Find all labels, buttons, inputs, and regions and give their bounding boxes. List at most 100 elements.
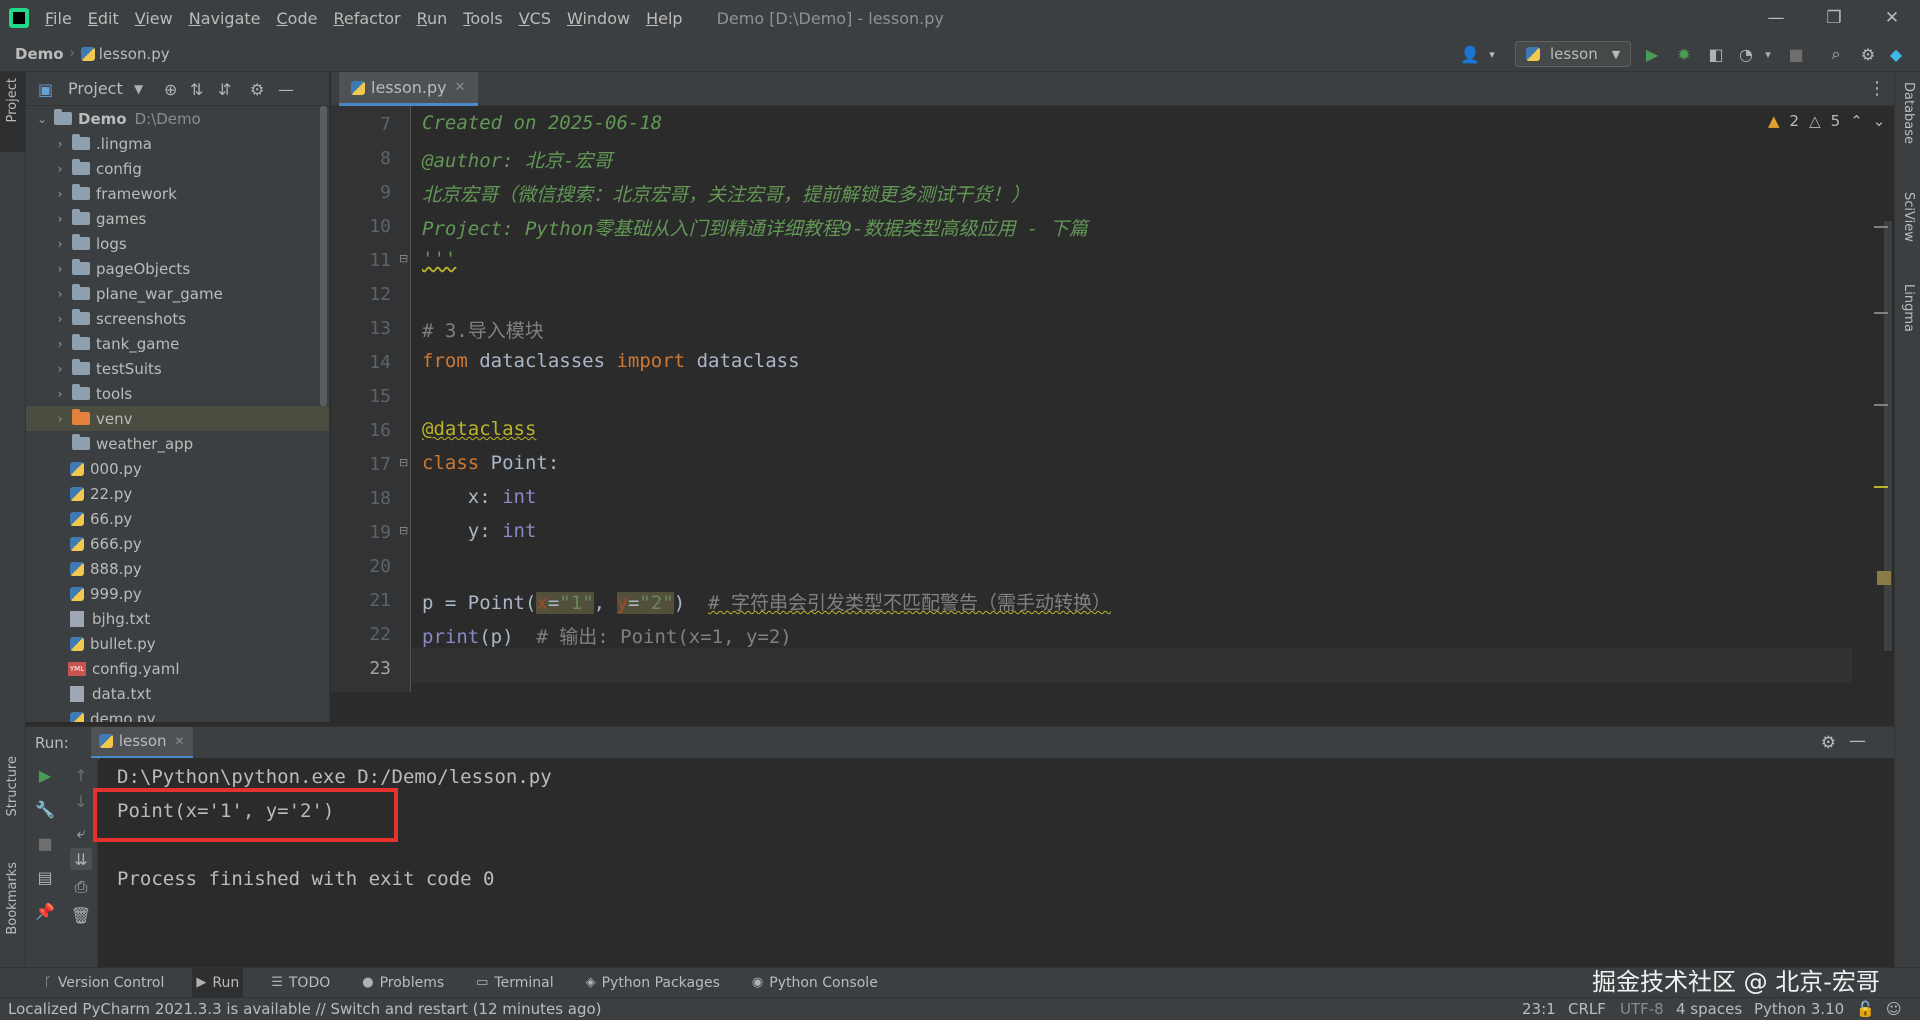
user-icon[interactable]: 👤: [1460, 44, 1480, 64]
menu-file[interactable]: File: [37, 9, 80, 28]
search-icon[interactable]: ⌕: [1826, 44, 1846, 64]
tree-item[interactable]: YML config.yaml: [26, 656, 329, 681]
lock-icon[interactable]: 🔓: [1856, 1000, 1875, 1018]
run-tab-lesson[interactable]: lesson ✕: [90, 726, 193, 759]
menu-vcs[interactable]: VCS: [511, 9, 559, 28]
error-stripe-mark[interactable]: [1874, 404, 1888, 406]
tool-tab-problems[interactable]: ● Problems: [358, 968, 448, 998]
fold-icon[interactable]: ⊟: [399, 456, 408, 469]
inspector-icon[interactable]: ☺: [1886, 1000, 1902, 1018]
editor-tab-lesson[interactable]: lesson.py ✕: [339, 72, 478, 106]
run-console[interactable]: D:\Python\python.exe D:/Demo/lesson.py P…: [93, 758, 1894, 967]
tool-tab-python-console[interactable]: ◉ Python Console: [748, 968, 882, 998]
structure-tool-tab[interactable]: Structure: [5, 756, 20, 816]
editor-scrollbar[interactable]: [1884, 221, 1892, 651]
panel-settings-icon[interactable]: ⚙: [250, 80, 264, 99]
tree-item[interactable]: data.txt: [26, 681, 329, 706]
locate-file-icon[interactable]: ⊕: [164, 80, 177, 99]
error-stripe-mark[interactable]: [1874, 312, 1888, 314]
tree-item[interactable]: 666.py: [26, 531, 329, 556]
tree-item[interactable]: › pageObjects: [26, 256, 329, 281]
print-icon[interactable]: ⎙: [70, 876, 92, 898]
close-tab-icon[interactable]: ✕: [455, 80, 466, 95]
tree-root[interactable]: ⌄ Demo D:\Demo: [26, 106, 329, 131]
scroll-down-icon[interactable]: ↓: [70, 790, 92, 812]
tree-item[interactable]: weather_app: [26, 431, 329, 456]
tree-item[interactable]: 66.py: [26, 506, 329, 531]
tool-tab-run[interactable]: ▶ Run: [192, 967, 244, 998]
debug-icon[interactable]: ✹: [1674, 44, 1694, 64]
restore-button[interactable]: ❐: [1806, 0, 1862, 36]
indent-setting[interactable]: 4 spaces: [1676, 1000, 1742, 1018]
previous-highlight-icon[interactable]: ⌃: [1850, 112, 1863, 130]
menu-edit[interactable]: Edit: [80, 9, 127, 28]
tree-item[interactable]: 22.py: [26, 481, 329, 506]
project-tool-tab[interactable]: Project: [5, 78, 20, 122]
error-stripe-mark[interactable]: [1874, 226, 1888, 228]
tree-item[interactable]: › tank_game: [26, 331, 329, 356]
line-separator[interactable]: CRLF: [1568, 1000, 1606, 1018]
file-encoding[interactable]: UTF-8: [1620, 1000, 1664, 1018]
tree-item[interactable]: bjhg.txt: [26, 606, 329, 631]
fold-icon[interactable]: ⊟: [399, 524, 408, 537]
python-interpreter[interactable]: Python 3.10: [1754, 1000, 1844, 1018]
settings-gear-icon[interactable]: ⚙: [1821, 733, 1836, 753]
breadcrumb-project[interactable]: Demo: [15, 45, 64, 63]
tree-item[interactable]: 999.py: [26, 581, 329, 606]
tree-item[interactable]: demo.py: [26, 706, 329, 722]
status-message[interactable]: Localized PyCharm 2021.3.3 is available …: [8, 1000, 602, 1018]
tool-tab-todo[interactable]: ☰ TODO: [267, 968, 334, 998]
tree-item[interactable]: bullet.py: [26, 631, 329, 656]
tree-item[interactable]: › testSuits: [26, 356, 329, 381]
tool-tab-terminal[interactable]: ▭ Terminal: [472, 968, 557, 998]
user-dropdown-icon[interactable]: ▾: [1482, 44, 1502, 64]
tree-item-selected[interactable]: › venv: [26, 406, 329, 431]
tree-item[interactable]: › games: [26, 206, 329, 231]
database-tool-tab[interactable]: Database: [1901, 82, 1916, 144]
lingma-tool-tab[interactable]: Lingma: [1901, 284, 1916, 332]
menu-run[interactable]: Run: [409, 9, 456, 28]
menu-window[interactable]: Window: [559, 9, 638, 28]
rerun-icon[interactable]: ▶: [34, 764, 56, 786]
hide-panel-icon[interactable]: —: [1849, 731, 1866, 751]
chevron-down-icon[interactable]: ▼: [134, 82, 143, 96]
toolbox-icon[interactable]: ◆: [1886, 44, 1906, 64]
profile-icon[interactable]: ◔: [1736, 44, 1756, 64]
tool-tab-version-control[interactable]: ᚴ Version Control: [40, 968, 168, 998]
clear-console-icon[interactable]: 🗑: [70, 904, 92, 926]
project-panel-title[interactable]: Project: [68, 79, 123, 98]
minimize-button[interactable]: —: [1748, 0, 1804, 36]
close-window-button[interactable]: ✕: [1864, 0, 1920, 36]
bookmarks-tool-tab[interactable]: Bookmarks: [5, 862, 20, 935]
stop-icon[interactable]: ■: [1786, 44, 1806, 64]
next-highlight-icon[interactable]: ⌄: [1873, 112, 1886, 130]
soft-wrap-icon[interactable]: ⤶: [70, 822, 92, 844]
tree-item[interactable]: › tools: [26, 381, 329, 406]
more-options-icon[interactable]: ⋮: [1868, 78, 1886, 99]
run-icon[interactable]: ▶: [1642, 44, 1662, 64]
menu-code[interactable]: Code: [269, 9, 326, 28]
warning-stripe-mark[interactable]: [1877, 571, 1891, 585]
more-run-options-icon[interactable]: ▾: [1758, 44, 1778, 64]
breadcrumb-file[interactable]: lesson.py: [99, 45, 170, 63]
sciview-tool-tab[interactable]: SciView: [1901, 192, 1916, 242]
menu-help[interactable]: Help: [638, 9, 690, 28]
tree-item[interactable]: 888.py: [26, 556, 329, 581]
error-stripe-mark[interactable]: [1874, 486, 1888, 488]
code-editor[interactable]: Created on 2025-06-18 @author: 北京-宏哥 北京宏…: [412, 106, 1894, 692]
close-tab-icon[interactable]: ✕: [175, 734, 185, 748]
stop-icon[interactable]: ■: [34, 832, 56, 854]
pin-tab-icon[interactable]: 📌: [34, 900, 56, 922]
collapse-all-icon[interactable]: ⇵: [218, 80, 231, 99]
hide-panel-icon[interactable]: —: [278, 80, 294, 99]
settings-gear-icon[interactable]: ⚙: [1858, 44, 1878, 64]
menu-navigate[interactable]: Navigate: [181, 9, 269, 28]
tree-item[interactable]: › plane_war_game: [26, 281, 329, 306]
scroll-to-end-icon[interactable]: ⇊: [70, 848, 92, 870]
coverage-icon[interactable]: ◧: [1706, 44, 1726, 64]
run-configuration-selector[interactable]: lesson ▼: [1515, 41, 1631, 67]
inspection-widget[interactable]: ▲ 2 △ 5 ⌃ ⌄: [1768, 112, 1885, 130]
tree-item[interactable]: › framework: [26, 181, 329, 206]
expand-all-icon[interactable]: ⇅: [190, 80, 203, 99]
tool-tab-python-packages[interactable]: ◈ Python Packages: [582, 968, 724, 998]
